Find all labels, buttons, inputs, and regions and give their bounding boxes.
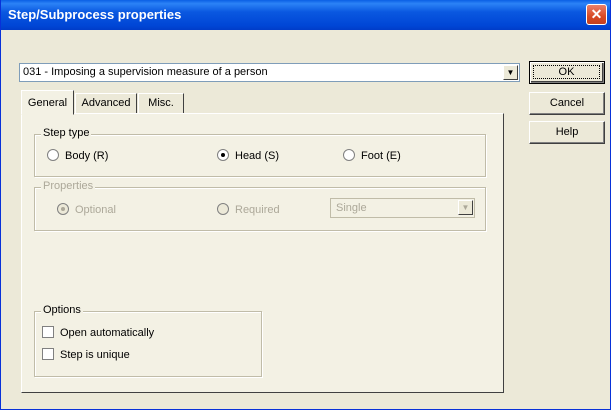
ok-button[interactable]: OK	[529, 61, 605, 84]
tab-advanced[interactable]: Advanced	[75, 93, 137, 114]
step-type-legend: Step type	[41, 127, 92, 139]
radio-required-indicator[interactable]	[217, 203, 229, 215]
checkbox-step-unique-box[interactable]	[42, 348, 54, 360]
properties-legend: Properties	[41, 180, 96, 192]
radio-body-label: Body (R)	[65, 150, 109, 162]
step-type-group: Step type Body (R) Head (S) Foot (E)	[34, 127, 486, 177]
radio-head-label: Head (S)	[235, 150, 280, 162]
close-button[interactable]: ✕	[586, 4, 607, 25]
checkbox-open-automatically-box[interactable]	[42, 326, 54, 338]
tab-misc-label: Misc.	[148, 97, 174, 109]
window-title: Step/Subprocess properties	[8, 7, 182, 22]
instance-select-dropdown[interactable]: ▼	[458, 200, 473, 215]
radio-body[interactable]: Body (R)	[47, 149, 108, 162]
radio-required-label: Required	[235, 204, 280, 216]
checkbox-step-unique-label: Step is unique	[60, 349, 130, 361]
title-bar[interactable]: Step/Subprocess properties ✕	[1, 0, 610, 30]
help-button-label: Help	[555, 126, 579, 138]
instance-select[interactable]: Single ▼	[330, 198, 475, 218]
radio-optional-label: Optional	[75, 204, 116, 216]
cancel-button-label: Cancel	[549, 97, 585, 109]
combo-dropdown-button[interactable]: ▼	[503, 65, 518, 80]
radio-head-indicator[interactable]	[217, 149, 229, 161]
tab-general-label: General	[27, 97, 68, 109]
options-group: Options Open automatically Step is uniqu…	[34, 304, 262, 377]
general-tab-panel: Step type Body (R) Head (S) Foot (E) Pro…	[21, 113, 504, 393]
ok-button-label: OK	[533, 65, 600, 79]
close-icon: ✕	[590, 6, 603, 22]
radio-body-indicator[interactable]	[47, 149, 59, 161]
chevron-down-icon: ▼	[461, 203, 470, 212]
options-legend: Options	[41, 304, 83, 316]
checkbox-open-automatically[interactable]: Open automatically	[42, 326, 154, 339]
cancel-button[interactable]: Cancel	[529, 92, 605, 115]
radio-head[interactable]: Head (S)	[217, 149, 279, 162]
process-combo[interactable]: 031 - Imposing a supervision measure of …	[19, 63, 520, 82]
radio-optional[interactable]: Optional	[57, 203, 116, 216]
chevron-down-icon: ▼	[506, 68, 515, 77]
tab-advanced-label: Advanced	[81, 97, 131, 109]
radio-optional-indicator[interactable]	[57, 203, 69, 215]
radio-foot-label: Foot (E)	[361, 150, 401, 162]
radio-foot[interactable]: Foot (E)	[343, 149, 401, 162]
instance-select-value: Single	[336, 202, 367, 214]
dialog-window: Step/Subprocess properties ✕ 031 - Impos…	[0, 0, 611, 410]
checkbox-open-automatically-label: Open automatically	[60, 327, 155, 339]
checkbox-step-unique[interactable]: Step is unique	[42, 348, 130, 361]
tab-general[interactable]: General	[21, 90, 74, 115]
help-button[interactable]: Help	[529, 121, 605, 144]
radio-foot-indicator[interactable]	[343, 149, 355, 161]
tab-misc[interactable]: Misc.	[138, 93, 184, 114]
radio-required[interactable]: Required	[217, 203, 280, 216]
process-combo-value: 031 - Imposing a supervision measure of …	[23, 66, 268, 78]
